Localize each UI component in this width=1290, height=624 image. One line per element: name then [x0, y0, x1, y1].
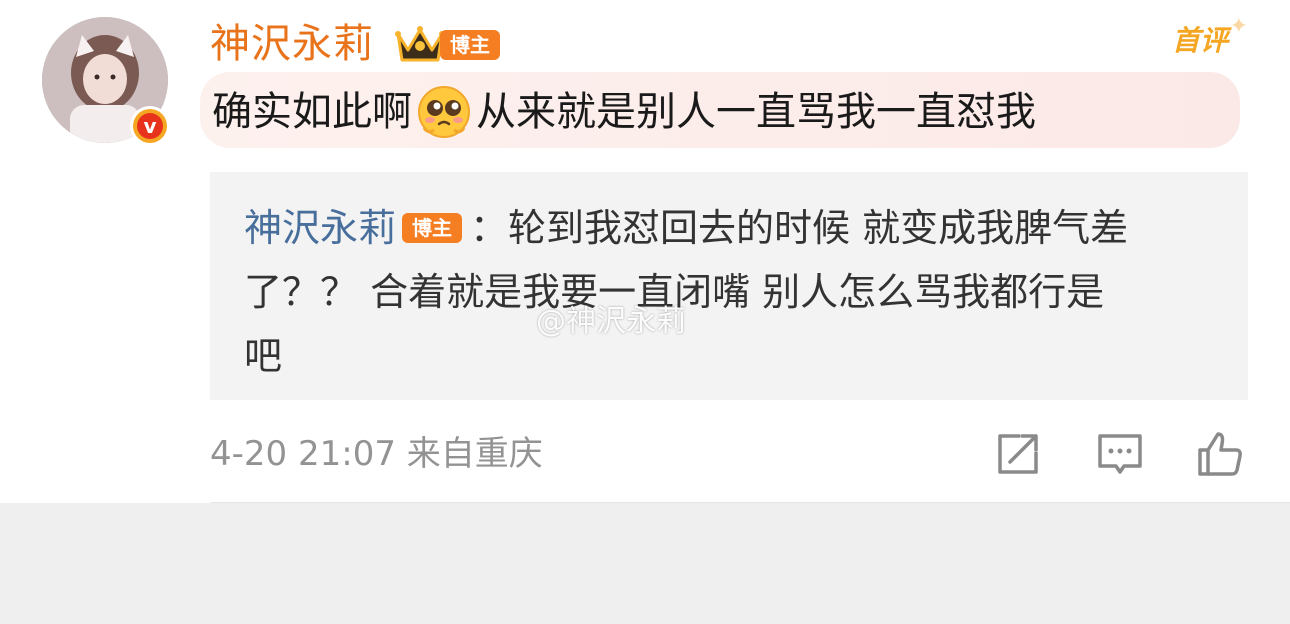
quoted-line-1: 神沢永莉 博主 ：轮到我怼回去的时候 就变成我脾气差	[244, 194, 1128, 262]
verified-v-badge: v	[130, 106, 170, 146]
quoted-text-line3: 吧	[244, 334, 283, 378]
pleading-face-emoji-icon	[418, 86, 470, 138]
star-icon: ✦	[1229, 14, 1248, 39]
comment-icon[interactable]	[1094, 428, 1146, 480]
quoted-text-line1: ：轮到我怼回去的时候 就变成我脾气差	[470, 206, 1129, 250]
first-comment-text: 首评	[1172, 24, 1229, 57]
divider	[210, 502, 1290, 503]
comment-text-part2: 从来就是别人一直骂我一直怼我	[476, 89, 1036, 135]
blogger-badge: 博主	[440, 30, 500, 60]
comment-text-part1: 确实如此啊	[212, 89, 412, 135]
comment-text: 确实如此啊 从来就是别人一直骂我一直怼我	[212, 80, 1036, 144]
comment-username[interactable]: 神沢永莉	[210, 16, 374, 72]
footer-background	[0, 503, 1290, 624]
quoted-username[interactable]: 神沢永莉	[244, 206, 396, 250]
location: 来自重庆	[406, 434, 543, 474]
watermark: @神沢永莉	[536, 304, 686, 339]
first-comment-label: 首评 ✦	[1172, 14, 1248, 64]
comment-meta: 4-20 21:07 来自重庆	[210, 430, 543, 478]
quoted-blogger-badge: 博主	[402, 213, 463, 243]
timestamp: 4-20 21:07	[210, 434, 396, 474]
like-icon[interactable]	[1194, 428, 1246, 480]
share-icon[interactable]	[992, 428, 1044, 480]
crown-icon	[395, 26, 445, 62]
